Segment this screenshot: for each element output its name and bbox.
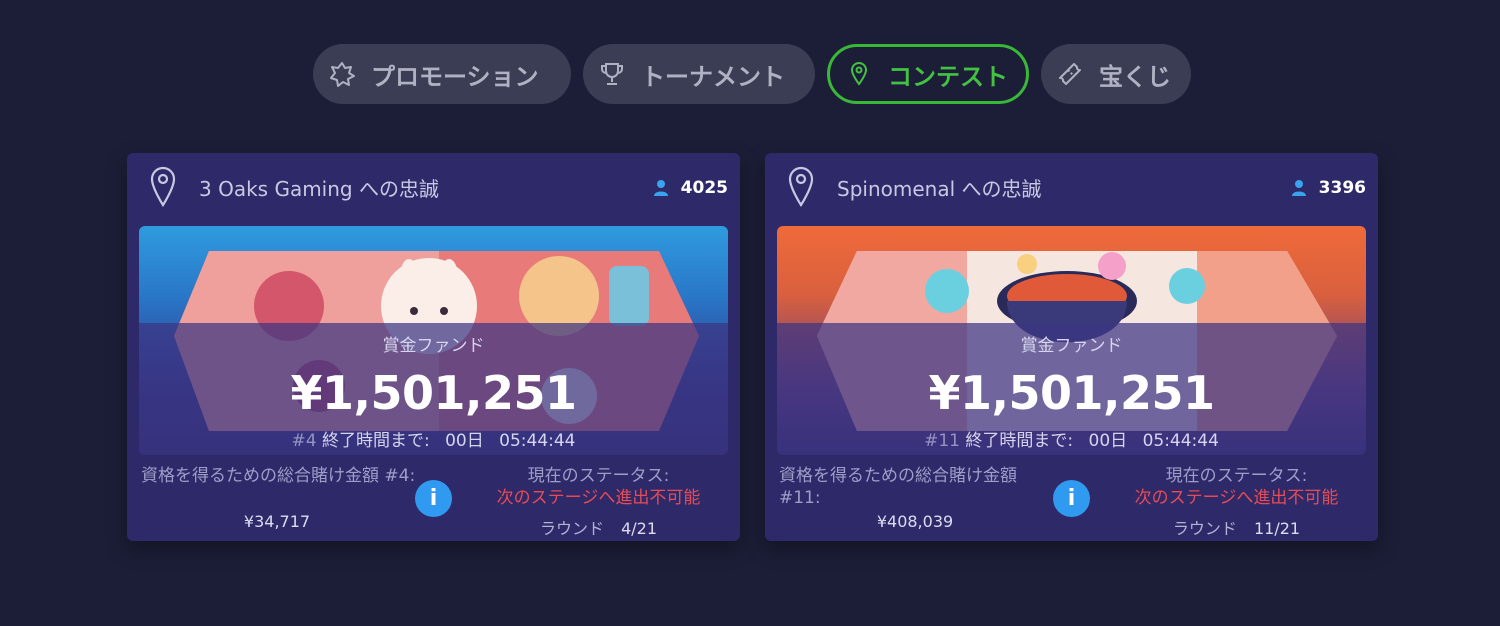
round-row: ラウンド 11/21 xyxy=(1095,515,1378,539)
participant-count: 3396 xyxy=(1291,178,1366,198)
contest-title: Spinomenal への忠誠 xyxy=(837,177,1042,201)
ticket-icon xyxy=(1059,63,1081,85)
countdown: #11 終了時間まで: 00日 05:44:44 xyxy=(777,426,1366,451)
contest-card[interactable]: 3 Oaks Gaming への忠誠 4025 賞金ファンド ¥1,501,25… xyxy=(127,153,740,541)
trophy-icon xyxy=(601,63,623,85)
status-label: 現在のステータス: xyxy=(527,466,670,486)
round-value: 4/21 xyxy=(621,519,658,538)
info-button[interactable]: i xyxy=(415,480,452,517)
requirement-value: ¥408,039 xyxy=(876,512,954,531)
participant-count-value: 3396 xyxy=(1318,178,1366,198)
requirement-label: 資格を得るための総合賭け金額 #4: xyxy=(141,466,416,486)
prize-fund-amount: ¥1,501,251 xyxy=(290,366,577,420)
tab-label: トーナメント xyxy=(641,62,785,91)
status-block: 現在のステータス: 次のステージへ進出不可能 ラウンド 4/21 xyxy=(457,465,740,539)
user-icon xyxy=(653,180,668,196)
tab-lottery[interactable]: 宝くじ xyxy=(1041,44,1191,104)
category-tabs: プロモーション トーナメント コンテスト 宝くじ xyxy=(313,44,1191,104)
tab-label: 宝くじ xyxy=(1099,62,1171,91)
user-icon xyxy=(1291,180,1306,196)
contest-banner: 賞金ファンド ¥1,501,251 #11 終了時間まで: 00日 05:44:… xyxy=(777,226,1366,455)
prize-fund-label: 賞金ファンド xyxy=(382,336,485,356)
requirement-value: ¥34,717 xyxy=(243,512,311,531)
stage-rank: #11 xyxy=(924,431,960,451)
countdown: #4 終了時間まで: 00日 05:44:44 xyxy=(139,426,728,451)
prize-fund-amount: ¥1,501,251 xyxy=(928,366,1215,420)
tab-promotions[interactable]: プロモーション xyxy=(313,44,571,104)
tab-label: プロモーション xyxy=(371,62,539,91)
location-pin-icon xyxy=(788,166,814,208)
promo-burst-icon xyxy=(330,62,355,87)
prize-fund-label: 賞金ファンド xyxy=(1020,336,1123,356)
contest-banner: 賞金ファンド ¥1,501,251 #4 終了時間まで: 00日 05:44:4… xyxy=(139,226,728,455)
stage-rank: #4 xyxy=(291,431,317,451)
status-value: 次のステージへ進出不可能 xyxy=(496,488,701,508)
timer-time: 05:44:44 xyxy=(499,431,576,451)
round-label: ラウンド xyxy=(539,519,604,538)
status-block: 現在のステータス: 次のステージへ進出不可能 ラウンド 11/21 xyxy=(1095,465,1378,539)
status-label: 現在のステータス: xyxy=(1165,466,1308,486)
status-value: 次のステージへ進出不可能 xyxy=(1134,488,1339,508)
requirement-label: 資格を得るための総合賭け金額 #11: xyxy=(779,466,1017,508)
location-pin-icon xyxy=(150,166,176,208)
contest-card[interactable]: Spinomenal への忠誠 3396 賞金ファンド ¥1,501,251 #… xyxy=(765,153,1378,541)
contest-title: 3 Oaks Gaming への忠誠 xyxy=(199,177,439,201)
timer-days: 00日 xyxy=(1088,431,1128,451)
round-value: 11/21 xyxy=(1254,519,1301,538)
timer-label: 終了時間まで: xyxy=(321,431,430,451)
location-pin-icon xyxy=(850,61,868,86)
round-row: ラウンド 4/21 xyxy=(457,515,740,539)
tab-contests[interactable]: コンテスト xyxy=(827,44,1029,104)
timer-days: 00日 xyxy=(445,431,484,451)
timer-time: 05:44:44 xyxy=(1142,431,1219,451)
tab-label: コンテスト xyxy=(888,62,1008,91)
participant-count-value: 4025 xyxy=(680,178,728,198)
timer-label: 終了時間まで: xyxy=(965,431,1074,451)
info-button[interactable]: i xyxy=(1053,480,1090,517)
tab-tournaments[interactable]: トーナメント xyxy=(583,44,815,104)
participant-count: 4025 xyxy=(653,178,728,198)
round-label: ラウンド xyxy=(1172,519,1237,538)
